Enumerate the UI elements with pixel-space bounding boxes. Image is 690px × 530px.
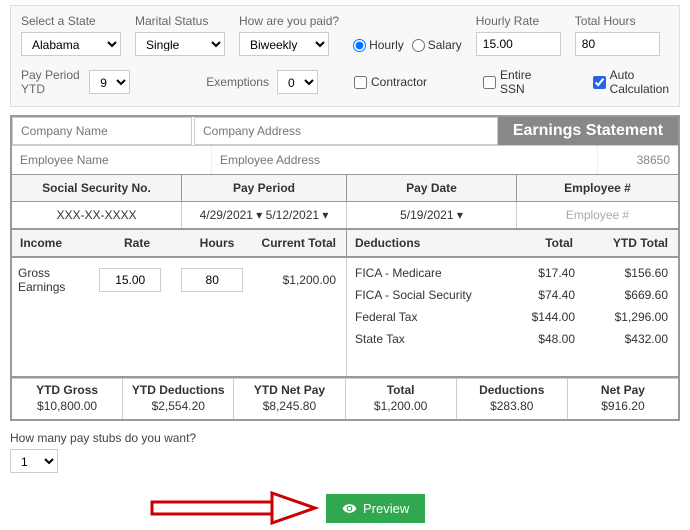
netpay-value: $916.20 [572,399,674,413]
col-hours: Hours [177,230,257,256]
ytd-gross-header: YTD Gross [16,383,118,397]
company-name-input[interactable] [12,117,192,145]
deduction-name: FICA - Social Security [355,288,500,302]
total-value: $1,200.00 [350,399,452,413]
deduction-ytd: $669.60 [575,288,668,302]
stub-count-select[interactable]: 1 [10,449,58,473]
col-current-total: Current Total [257,230,347,256]
exemptions-label: Exemptions [206,75,269,89]
auto-calc-checkbox-label[interactable]: Auto Calculation [593,68,669,96]
state-label: Select a State [21,14,121,28]
stub-count-question: How many pay stubs do you want? [10,431,680,445]
col-income: Income [12,230,97,256]
marital-select[interactable]: Single [135,32,225,56]
pay-period-value[interactable]: 4/29/2021 ▾ 5/12/2021 ▾ [182,202,347,228]
netpay-header: Net Pay [572,383,674,397]
rate-input[interactable] [99,268,161,292]
hourly-rate-input[interactable] [476,32,561,56]
deduction-row: State Tax$48.00$432.00 [355,332,668,346]
salary-radio-label[interactable]: Salary [412,38,462,52]
preview-button-label: Preview [363,501,409,516]
ytd-ded-header: YTD Deductions [127,383,229,397]
gross-earnings-row: Gross Earnings $1,200.00 [18,266,336,294]
deduction-total: $144.00 [500,310,575,324]
ytd-ded-value: $2,554.20 [127,399,229,413]
preview-button[interactable]: Preview [326,494,425,523]
deduction-total: $74.40 [500,288,575,302]
marital-label: Marital Status [135,14,225,28]
employee-num-header: Employee # [517,175,678,201]
entire-ssn-checkbox-label[interactable]: Entire SSN [483,68,537,96]
ytd-net-header: YTD Net Pay [238,383,340,397]
deduction-total: $17.40 [500,266,575,280]
col-ytd-total: YTD Total [577,230,678,256]
deduction-ytd: $1,296.00 [575,310,668,324]
eye-icon [342,501,357,516]
deduction-row: FICA - Social Security$74.40$669.60 [355,288,668,302]
deduction-name: FICA - Medicare [355,266,500,280]
paid-label: How are you paid? [239,14,339,28]
ytd-label: Pay Period YTD [21,68,81,96]
deduction-row: FICA - Medicare$17.40$156.60 [355,266,668,280]
salary-radio[interactable] [412,39,425,52]
deductions-header: Deductions [461,383,563,397]
total-hours-label: Total Hours [575,14,660,28]
deductions-value: $283.80 [461,399,563,413]
contractor-checkbox-label[interactable]: Contractor [354,75,427,89]
col-deductions: Deductions [347,230,497,256]
hourly-radio[interactable] [353,39,366,52]
deduction-name: Federal Tax [355,310,500,324]
employee-num-value[interactable]: Employee # [517,202,678,228]
employee-number-input[interactable] [598,146,678,174]
col-total: Total [497,230,577,256]
ssn-value: XXX-XX-XXXX [12,202,182,228]
employee-address-input[interactable] [212,146,598,174]
pay-period-header: Pay Period [182,175,347,201]
ytd-net-value: $8,245.80 [238,399,340,413]
deduction-total: $48.00 [500,332,575,346]
state-select[interactable]: Alabama [21,32,121,56]
pay-period-ytd-select[interactable]: 9 [89,70,130,94]
company-address-input[interactable] [194,117,498,145]
contractor-checkbox[interactable] [354,76,367,89]
total-hours-input[interactable] [575,32,660,56]
ytd-gross-value: $10,800.00 [16,399,118,413]
statement-title: Earnings Statement [498,117,678,145]
deduction-row: Federal Tax$144.00$1,296.00 [355,310,668,324]
earnings-statement: Earnings Statement Social Security No. P… [10,115,680,421]
current-total-value: $1,200.00 [249,273,336,287]
entire-ssn-checkbox[interactable] [483,76,496,89]
total-header: Total [350,383,452,397]
pay-date-header: Pay Date [347,175,517,201]
exemptions-select[interactable]: 0 [277,70,318,94]
pay-date-value[interactable]: 5/19/2021 ▾ [347,202,517,228]
hourly-radio-label[interactable]: Hourly [353,38,404,52]
deduction-ytd: $432.00 [575,332,668,346]
col-rate: Rate [97,230,177,256]
settings-panel: Select a State Alabama Marital Status Si… [10,5,680,107]
ssn-header: Social Security No. [12,175,182,201]
hours-input[interactable] [181,268,243,292]
employee-name-input[interactable] [12,146,212,174]
hourly-rate-label: Hourly Rate [476,14,561,28]
deduction-name: State Tax [355,332,500,346]
auto-calc-checkbox[interactable] [593,76,606,89]
pay-frequency-select[interactable]: Biweekly [239,32,329,56]
arrow-icon [150,491,320,525]
gross-earnings-label: Gross Earnings [18,266,93,294]
deduction-ytd: $156.60 [575,266,668,280]
